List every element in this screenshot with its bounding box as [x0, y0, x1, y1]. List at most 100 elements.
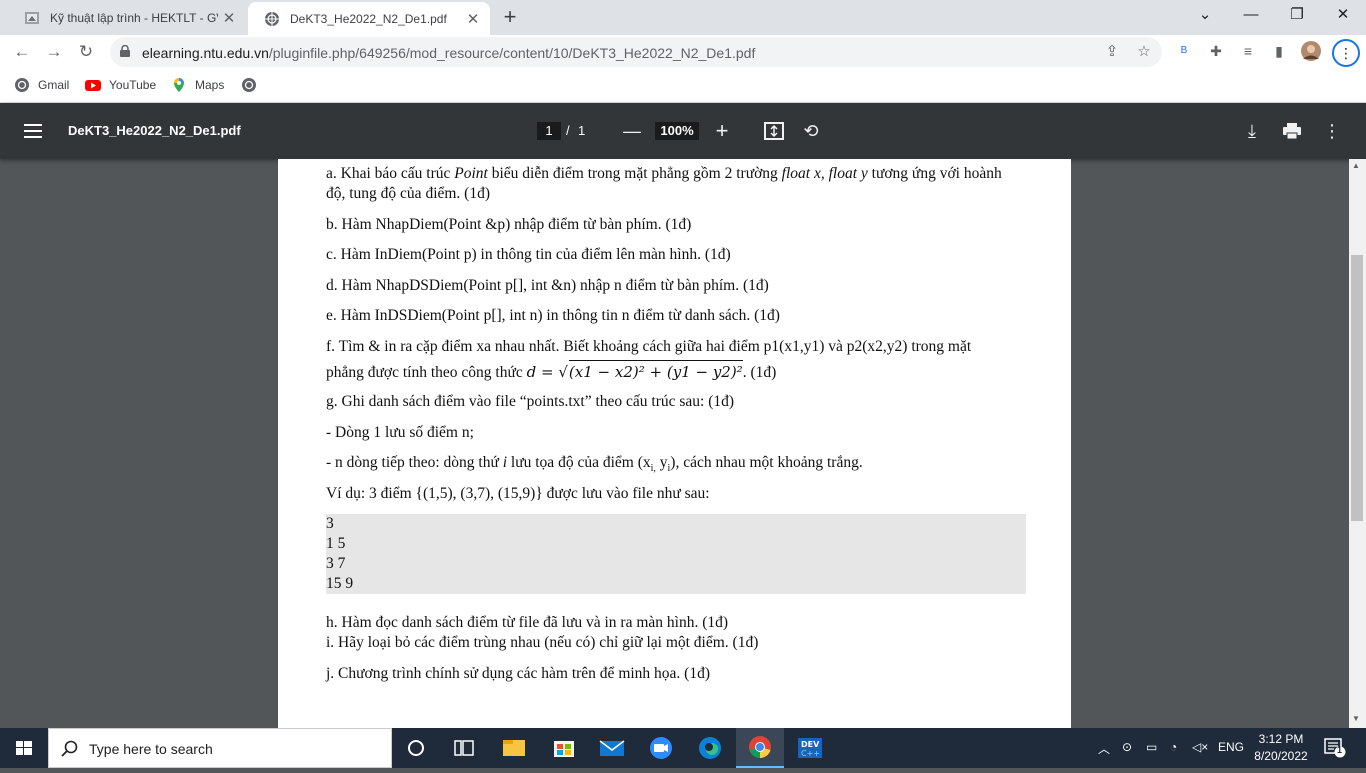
- code-line: 3: [326, 515, 334, 532]
- extension-b-icon[interactable]: B: [1173, 40, 1195, 62]
- taskbar-search-box[interactable]: Type here to search: [48, 728, 392, 768]
- item-g-line2: - n dòng tiếp theo: dòng thứ i lưu tọa đ…: [326, 454, 863, 475]
- item-f-line2: phẳng được tính theo công thức d = √(x1 …: [326, 360, 776, 383]
- item-g-line1: - Dòng 1 lưu số điểm n;: [326, 424, 474, 441]
- scroll-up-icon[interactable]: ▲: [1352, 161, 1360, 170]
- example-text: Ví dụ: 3 điểm {(1,5), (3,7), (15,9)} đượ…: [326, 485, 710, 502]
- vertical-scrollbar[interactable]: ▲ ▼: [1349, 159, 1366, 728]
- avatar[interactable]: [1300, 40, 1322, 62]
- bookmark-label: YouTube: [109, 78, 157, 92]
- side-panel-icon[interactable]: ▮: [1268, 40, 1290, 62]
- item-b: b. Hàm NhapDiem(Point &p) nhập điểm từ b…: [326, 216, 692, 233]
- task-view-icon[interactable]: [440, 728, 488, 768]
- code-line: 15 9: [326, 575, 354, 592]
- language-indicator[interactable]: ENG: [1218, 740, 1244, 754]
- search-placeholder: Type here to search: [89, 741, 213, 757]
- cortana-icon[interactable]: [392, 728, 440, 768]
- youtube-icon: [85, 77, 101, 93]
- zoom-out-icon[interactable]: —: [620, 119, 644, 143]
- print-icon[interactable]: [1280, 119, 1304, 143]
- item-h: h. Hàm đọc danh sách điểm từ file đã lưu…: [326, 614, 729, 631]
- item-d: d. Hàm NhapDSDiem(Point p[], int &n) nhậ…: [326, 277, 769, 294]
- close-window-button[interactable]: ✕: [1320, 0, 1366, 30]
- bookmark-maps[interactable]: Maps: [171, 75, 224, 95]
- chrome-menu-icon[interactable]: ⋮: [1332, 39, 1360, 67]
- fit-page-icon[interactable]: [762, 119, 786, 143]
- windows-taskbar: Type here to search DEV C++ ︿ ⊙ ▭ ◔ ◁× EN…: [0, 728, 1366, 768]
- bookmark-globe[interactable]: [241, 75, 265, 95]
- bookmark-star-icon[interactable]: ☆: [1134, 42, 1154, 62]
- pdf-toolbar: DeKT3_He2022_N2_De1.pdf 1 / 1 — 100% + ⟲…: [0, 103, 1366, 159]
- forward-icon[interactable]: →: [42, 40, 66, 64]
- close-tab-icon[interactable]: ✕: [462, 10, 484, 28]
- scroll-down-icon[interactable]: ▼: [1352, 714, 1360, 723]
- item-i: i. Hãy loại bỏ các điểm trùng nhau (nếu …: [326, 634, 759, 651]
- zoom-input[interactable]: 100%: [655, 122, 699, 140]
- page-number-input[interactable]: 1: [537, 122, 561, 140]
- tab-title: DeKT3_He2022_N2_De1.pdf: [290, 11, 447, 26]
- pdf-title: DeKT3_He2022_N2_De1.pdf: [68, 123, 241, 138]
- globe-icon: [264, 11, 280, 27]
- bookmarks-bar: Gmail YouTube Maps: [0, 69, 1366, 103]
- start-button[interactable]: [0, 728, 48, 768]
- wifi-icon[interactable]: ◔: [1170, 740, 1177, 754]
- zoom-app-icon[interactable]: [637, 728, 685, 768]
- more-options-icon[interactable]: ⋮: [1320, 119, 1344, 143]
- extensions-puzzle-icon[interactable]: ✚: [1205, 40, 1227, 62]
- item-a-line1: a. Khai báo cấu trúc Point biểu diễn điể…: [326, 165, 1002, 182]
- bookmark-gmail[interactable]: Gmail: [14, 75, 69, 95]
- item-g: g. Ghi danh sách điểm vào file “points.t…: [326, 393, 735, 410]
- item-f-line1: f. Tìm & in ra cặp điểm xa nhau nhất. Bi…: [326, 338, 972, 355]
- clock[interactable]: 3:12 PM 8/20/2022: [1250, 731, 1312, 765]
- file-explorer-icon[interactable]: [490, 728, 538, 768]
- back-icon[interactable]: ←: [10, 40, 34, 64]
- edge-icon[interactable]: [686, 728, 734, 768]
- lock-icon: [120, 45, 130, 57]
- menu-icon[interactable]: [24, 121, 42, 141]
- chrome-taskbar-icon[interactable]: [736, 728, 784, 768]
- devcpp-icon[interactable]: DEV C++: [786, 728, 834, 768]
- code-line: 3 7: [326, 555, 346, 572]
- scroll-thumb[interactable]: [1351, 255, 1363, 521]
- battery-icon[interactable]: ▭: [1146, 740, 1157, 754]
- store-icon[interactable]: [540, 728, 588, 768]
- bookmark-label: Gmail: [38, 78, 70, 92]
- page-separator: /: [566, 123, 570, 138]
- url-text: elearning.ntu.edu.vn/pluginfile.php/6492…: [142, 45, 755, 61]
- meet-now-icon[interactable]: ⊙: [1122, 740, 1132, 754]
- tab-pdf[interactable]: DeKT3_He2022_N2_De1.pdf ✕: [248, 2, 490, 35]
- moodle-icon: [24, 10, 40, 26]
- clock-time: 3:12 PM: [1258, 732, 1304, 746]
- notification-count: 1: [1337, 745, 1343, 755]
- svg-text:DEV: DEV: [801, 740, 820, 749]
- svg-text:C++: C++: [801, 749, 820, 758]
- bookmark-youtube[interactable]: YouTube: [85, 75, 156, 95]
- show-hidden-icons-icon[interactable]: ︿: [1098, 740, 1110, 757]
- globe-icon: [241, 77, 257, 93]
- rotate-icon[interactable]: ⟲: [799, 119, 823, 143]
- item-a-line2: độ, tung độ của điểm. (1đ): [326, 185, 491, 202]
- tab-search-icon[interactable]: ⌄: [1182, 0, 1228, 30]
- restore-button[interactable]: ❐: [1274, 0, 1320, 30]
- address-bar[interactable]: elearning.ntu.edu.vn/pluginfile.php/6492…: [110, 37, 1162, 67]
- close-tab-icon[interactable]: ✕: [218, 9, 240, 27]
- minimize-button[interactable]: —: [1228, 0, 1274, 30]
- browser-toolbar: ← → ↻ elearning.ntu.edu.vn/pluginfile.ph…: [0, 35, 1366, 69]
- pdf-page: a. Khai báo cấu trúc Point biểu diễn điể…: [278, 159, 1071, 728]
- distance-formula: d = √(x1 − x2)² + (y1 − y2)²: [527, 360, 743, 381]
- media-control-icon[interactable]: ≡: [1237, 40, 1259, 62]
- mail-icon[interactable]: [588, 728, 636, 768]
- bookmark-label: Maps: [195, 78, 225, 92]
- zoom-in-icon[interactable]: +: [710, 119, 734, 143]
- download-icon[interactable]: ⤓: [1240, 119, 1264, 143]
- new-tab-button[interactable]: +: [498, 6, 522, 28]
- file-example-box: 3 1 5 3 7 15 9: [326, 514, 1026, 594]
- url-host: elearning.ntu.edu.vn: [142, 45, 269, 61]
- share-icon[interactable]: ⇪: [1102, 42, 1122, 62]
- url-path: /pluginfile.php/649256/mod_resource/cont…: [268, 45, 756, 61]
- notification-center-icon[interactable]: 1: [1324, 738, 1346, 761]
- reload-icon[interactable]: ↻: [74, 40, 98, 64]
- page-total: 1: [578, 123, 586, 138]
- volume-muted-icon[interactable]: ◁×: [1192, 740, 1208, 754]
- tab-kythuat[interactable]: Kỹ thuật lập trình - HEKTLT - GV. ✕: [8, 0, 246, 35]
